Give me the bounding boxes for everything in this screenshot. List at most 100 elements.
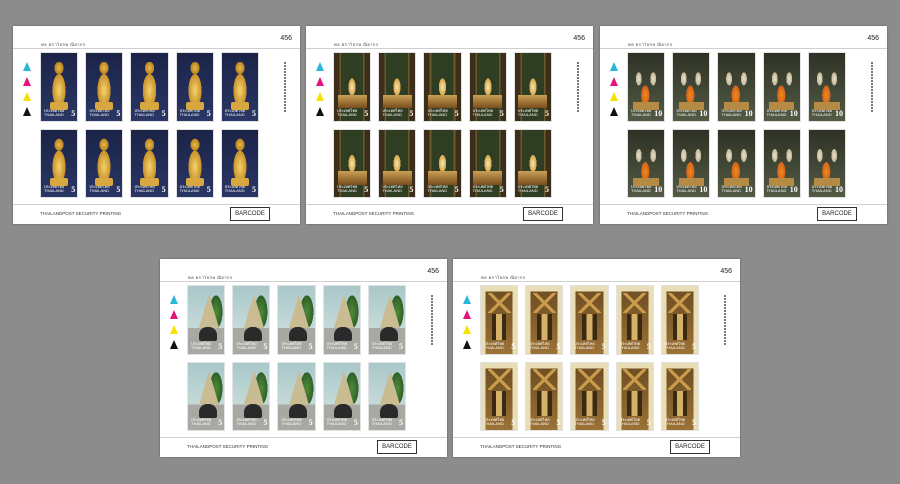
stamp-value: 5 xyxy=(545,185,549,194)
stamp: ประเทศไทย THAILAND 5 xyxy=(480,361,519,431)
stamp-sheet-3: 456 พล ตราไปรษ ณียากร ประเทศไทย THAILAND 10 ป… xyxy=(600,26,887,224)
stamp: ประเทศไทย THAILAND 5 xyxy=(367,285,406,355)
black-tree-icon xyxy=(610,107,618,116)
stamp-value: 5 xyxy=(308,418,313,427)
stamp: ประเทศไทย THAILAND 5 xyxy=(220,128,259,198)
stamp-value: 5 xyxy=(556,418,561,427)
stamp-caption: ประเทศไทย THAILAND xyxy=(89,108,109,117)
stamp-value: 10 xyxy=(835,108,843,118)
barcode-box: BARCODE xyxy=(817,207,857,221)
sheet-header-thai: พล ตราไปรษ ณียากร xyxy=(334,42,379,47)
yellow-tree-icon xyxy=(463,325,471,334)
stamp-country: THAILAND xyxy=(191,421,211,426)
sheet-header-thai: พล ตราไปรษ ณียากร xyxy=(628,42,673,47)
stamp-value: 5 xyxy=(308,341,313,351)
stamp-sheet-4: 456 พล ตราไปรษ ณียากร ประเทศไทย THAILAND 5 ปร… xyxy=(160,259,447,457)
sheet-number: 456 xyxy=(427,268,439,275)
barcode-box: BARCODE xyxy=(230,207,270,221)
stamp-caption: ประเทศไทย THAILAND xyxy=(382,185,402,193)
stamp: ประเทศไทย THAILAND 5 xyxy=(660,285,699,355)
stamp-caption: ประเทศไทย THAILAND xyxy=(191,418,211,426)
magenta-tree-icon xyxy=(463,310,471,319)
stamp: ประเทศไทย THAILAND 10 xyxy=(717,128,756,198)
stamp-grid: ประเทศไทย THAILAND 10 ประเทศไทย THAILAND 10 ปร… xyxy=(627,52,846,198)
stamp-caption: ประเทศไทย THAILAND xyxy=(180,185,200,193)
stamp-value: 5 xyxy=(399,341,403,351)
stamp-country: THAILAND xyxy=(44,111,64,117)
stamp-value: 5 xyxy=(206,185,211,194)
stamp: ประเทศไทย THAILAND 5 xyxy=(175,128,214,198)
stamp: ประเทศไทย THAILAND 5 xyxy=(187,285,226,355)
stamp-value: 5 xyxy=(71,108,76,118)
stamp-value: 5 xyxy=(511,341,516,351)
stamp: ประเทศไทย THAILAND 5 xyxy=(570,361,609,431)
stamp-country: THAILAND xyxy=(427,111,448,117)
stamp: ประเทศไทย THAILAND 5 xyxy=(660,361,699,431)
stamp: ประเทศไทย THAILAND 5 xyxy=(232,285,271,355)
stamp-caption: ประเทศไทย THAILAND xyxy=(518,185,538,193)
stamp-caption: ประเทศไทย THAILAND xyxy=(191,341,211,350)
stamp-value: 10 xyxy=(744,185,753,194)
stamp-country: THAILAND xyxy=(134,111,155,117)
stamp-value: 5 xyxy=(692,341,696,351)
stamp-caption: ประเทศไทย THAILAND xyxy=(812,108,832,117)
stamp-country: THAILAND xyxy=(281,421,302,426)
stamp-caption: ประเทศไทย THAILAND xyxy=(134,108,155,117)
stamp-value: 5 xyxy=(454,185,459,194)
stamp-caption: ประเทศไทย THAILAND xyxy=(484,418,504,426)
barcode-box: BARCODE xyxy=(670,440,710,454)
stamp-country: THAILAND xyxy=(517,111,538,117)
stamp-country: THAILAND xyxy=(382,111,402,117)
stamp-caption: ประเทศไทย THAILAND xyxy=(427,185,447,193)
stamp-caption: ประเทศไทย THAILAND xyxy=(484,341,504,350)
yellow-tree-icon xyxy=(23,92,31,101)
stamp-country: THAILAND xyxy=(484,344,504,350)
stamp-value: 5 xyxy=(409,108,414,118)
black-tree-icon xyxy=(23,107,31,116)
stamp-caption: ประเทศไทย THAILAND xyxy=(619,341,640,350)
stamp: ประเทศไทย THAILAND 5 xyxy=(525,361,564,431)
stamp-country: THAILAND xyxy=(337,111,357,117)
yellow-tree-icon xyxy=(316,92,324,101)
sheet-number: 456 xyxy=(867,35,879,42)
stamp-country: THAILAND xyxy=(472,111,493,117)
stamp-caption: ประเทศไทย THAILAND xyxy=(134,185,154,193)
printer-text: THAILANDPOST SECURITY PRINTING xyxy=(187,444,269,449)
stamp-country: THAILAND xyxy=(134,188,155,193)
stamp: ประเทศไทย THAILAND 5 xyxy=(85,52,124,122)
stamp-value: 5 xyxy=(499,108,504,118)
guide-line xyxy=(160,437,447,438)
stamp-country: THAILAND xyxy=(89,188,109,193)
stamp-country: THAILAND xyxy=(326,344,347,350)
stamp-caption: ประเทศไทย THAILAND xyxy=(767,108,787,117)
stamp-grid: ประเทศไทย THAILAND 5 ประเทศไทย THAILAND 5 ประเ… xyxy=(480,285,699,431)
stamp-caption: ประเทศไทย THAILAND xyxy=(281,341,301,350)
printer-text: THAILANDPOST SECURITY PRINTING xyxy=(480,444,562,449)
barcode-box: BARCODE xyxy=(523,207,563,221)
stamp-country: THAILAND xyxy=(517,188,538,193)
stamp-country: THAILAND xyxy=(44,188,64,193)
stamp-caption: ประเทศไทย THAILAND xyxy=(382,108,402,117)
stamp: ประเทศไทย THAILAND 5 xyxy=(277,285,316,355)
stamp-country: THAILAND xyxy=(619,421,640,426)
stamp-country: THAILAND xyxy=(619,344,640,350)
guide-line xyxy=(453,281,740,282)
stamp: ประเทศไทย THAILAND 5 xyxy=(187,361,226,431)
stamp: ประเทศไทย THAILAND 5 xyxy=(40,128,79,198)
sheet-header-thai: พล ตราไปรษ ณียากร xyxy=(481,275,526,280)
stamp-caption: ประเทศไทย THAILAND xyxy=(665,341,685,350)
magenta-tree-icon xyxy=(610,77,618,86)
stamp-country: THAILAND xyxy=(721,111,742,117)
stamp: ประเทศไทย THAILAND 5 xyxy=(232,361,271,431)
stamp-value: 5 xyxy=(353,418,358,427)
stamp: ประเทศไทย THAILAND 5 xyxy=(130,128,169,198)
magenta-tree-icon xyxy=(170,310,178,319)
stamp: ประเทศไทย THAILAND 10 xyxy=(627,52,666,122)
stamp-caption: ประเทศไทย THAILAND xyxy=(721,108,742,117)
stamp-caption: ประเทศไทย THAILAND xyxy=(327,418,347,426)
stamp-value: 5 xyxy=(646,341,651,351)
stamp: ประเทศไทย THAILAND 5 xyxy=(322,361,361,431)
stamp-caption: ประเทศไทย THAILAND xyxy=(337,108,357,117)
stamp: ประเทศไทย THAILAND 5 xyxy=(378,52,417,122)
stamp-caption: ประเทศไทย THAILAND xyxy=(472,108,493,117)
